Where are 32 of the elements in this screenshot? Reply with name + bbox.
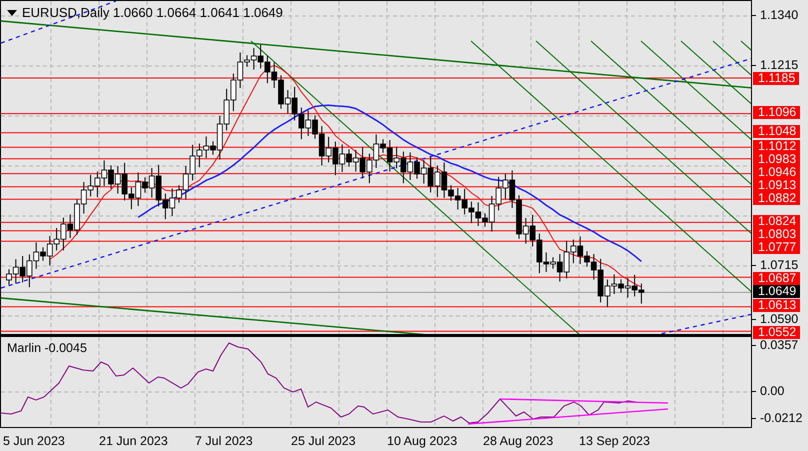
indicator-axis-label: -0.0212: [760, 411, 802, 426]
date-axis-label: 25 Jul 2023: [291, 434, 356, 448]
level-price-label: 1.0983: [753, 152, 800, 166]
date-axis-label: 7 Jul 2023: [195, 434, 253, 448]
level-price-label: 1.1185: [753, 72, 800, 85]
price-axis-label: 1.1340: [760, 8, 798, 22]
price-axis-label: 1.0590: [760, 312, 798, 326]
level-price-label: 1.0803: [753, 228, 800, 241]
indicator-axis-label: 0.0357: [760, 338, 798, 352]
price-axis-label: 1.0715: [760, 258, 798, 272]
level-price-label: 1.0777: [753, 240, 800, 254]
date-axis-label: 13 Sep 2023: [579, 434, 650, 448]
level-price-label: 1.0946: [753, 166, 800, 180]
indicator-label: Marlin -0.0045: [7, 341, 87, 355]
level-price-label: 1.0613: [753, 299, 800, 312]
indicator-axis-label: 0.00: [760, 384, 784, 398]
date-axis-label: 21 Jun 2023: [99, 434, 168, 448]
level-price-label: 1.0913: [753, 179, 800, 192]
level-price-label: 1.0824: [753, 214, 800, 228]
level-price-label: 1.1012: [753, 140, 800, 153]
dropdown-triangle-icon[interactable]: [7, 10, 17, 16]
level-price-label: 1.0552: [753, 326, 800, 340]
level-price-label: 1.1096: [753, 106, 800, 120]
chart-title: EURUSD,Daily 1.0660 1.0664 1.0641 1.0649: [22, 5, 283, 20]
current-price-label: 1.0649: [753, 285, 800, 298]
date-axis-label: 28 Aug 2023: [483, 434, 554, 448]
date-axis-label: 10 Aug 2023: [387, 434, 458, 448]
date-axis-label: 5 Jun 2023: [3, 434, 65, 448]
price-axis-label: 1.1215: [760, 58, 798, 72]
level-price-label: 1.0687: [753, 272, 800, 285]
level-price-label: 1.1048: [753, 125, 800, 138]
level-price-label: 1.0882: [753, 192, 800, 206]
